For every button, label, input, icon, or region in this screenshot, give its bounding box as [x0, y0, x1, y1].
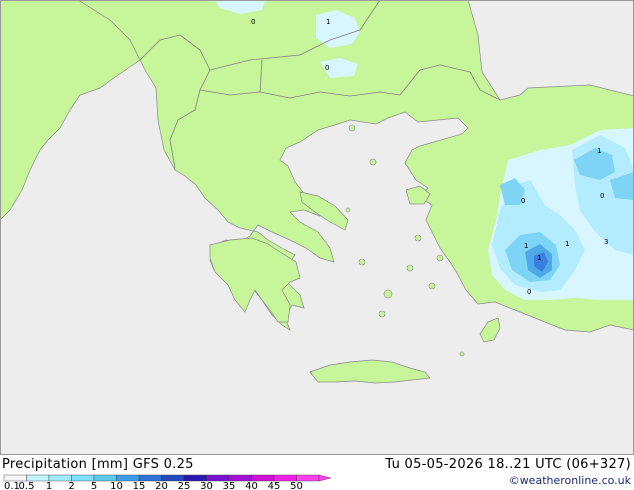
color-scale-tick: 1 [46, 481, 52, 490]
color-scale-tick: 35 [223, 481, 236, 490]
color-scale-tick: 5 [91, 481, 97, 490]
contour-label: 1 [524, 242, 528, 250]
valid-time: Tu 05-05-2026 18..21 UTC (06+327) [385, 457, 631, 472]
legend-footer: Precipitation [mm] GFS 0.25 Tu 05-05-202… [0, 455, 634, 490]
contour-label: 1 [565, 240, 569, 248]
copyright: ©weatheronline.co.uk [508, 474, 631, 487]
island [369, 158, 377, 166]
contour-label: 0 [325, 64, 329, 72]
contour-label: 0 [527, 288, 531, 296]
island [436, 254, 444, 262]
island [358, 258, 366, 266]
contour-label: 0 [600, 192, 604, 200]
color-scale-tick: 0.1 [4, 481, 20, 490]
color-scale-labels: 0.10.5 1 2 5 10 15 20 25 30 35 40 45 50 [4, 481, 303, 490]
island [414, 234, 422, 242]
color-scale-tick: 2 [68, 481, 74, 490]
color-scale-tick: 10 [110, 481, 123, 490]
color-scale-arrow [318, 474, 332, 482]
color-scale-tick: 20 [155, 481, 168, 490]
color-scale: 0.10.5 1 2 5 10 15 20 25 30 35 40 45 50 [3, 474, 332, 490]
island [345, 207, 351, 213]
contour-label: 0 [521, 197, 525, 205]
contour-label: 1 [597, 147, 601, 155]
color-scale-tick: 50 [290, 481, 303, 490]
color-scale-tick: 15 [133, 481, 146, 490]
island [459, 351, 465, 357]
island [378, 310, 386, 318]
color-scale-tick: 25 [178, 481, 191, 490]
island [428, 282, 436, 290]
legend-parameter: Precipitation [mm] [2, 457, 129, 472]
color-scale-tick: 30 [200, 481, 213, 490]
color-scale-tick: 0.5 [19, 481, 35, 490]
legend-model: GFS 0.25 [132, 457, 194, 472]
contour-label: 1 [326, 18, 330, 26]
legend-title: Precipitation [mm] GFS 0.25 [2, 457, 194, 472]
precipitation-map: 0 1 0 1 0 0 1 1 1 0 3 [0, 0, 634, 455]
contour-label: 1 [537, 254, 541, 262]
island [406, 264, 414, 272]
contour-label: 0 [251, 18, 255, 26]
contour-label: 3 [604, 238, 608, 246]
island [383, 289, 393, 299]
color-scale-tick: 40 [245, 481, 258, 490]
color-scale-tick: 45 [268, 481, 281, 490]
island [348, 124, 356, 132]
